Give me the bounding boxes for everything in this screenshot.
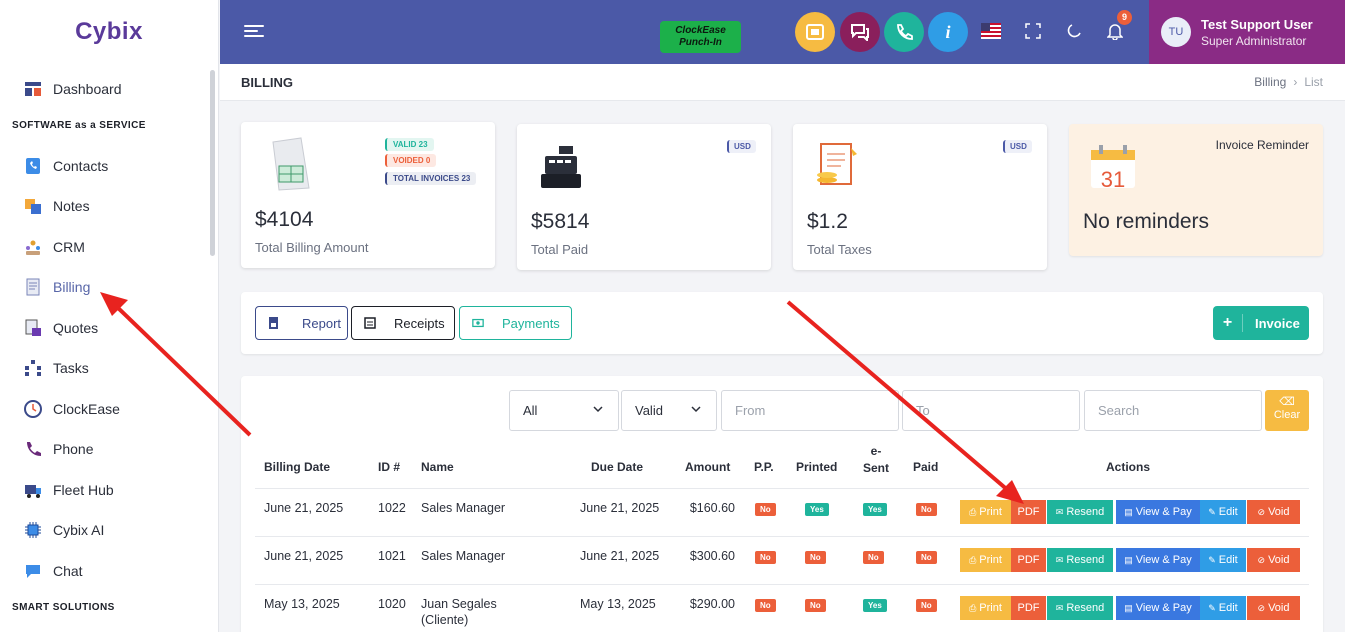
arrow-to-pdf-line [786, 300, 1012, 494]
arrow-to-billing-line [113, 303, 252, 437]
annotation-arrows [100, 292, 1024, 504]
